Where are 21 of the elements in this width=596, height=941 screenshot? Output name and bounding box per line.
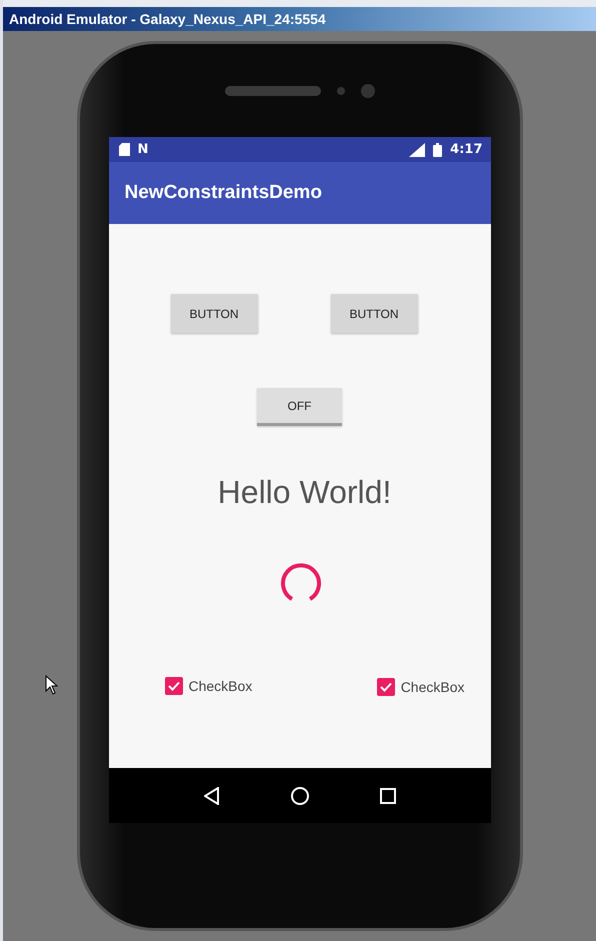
check-mark-icon bbox=[380, 682, 392, 692]
overview-icon[interactable] bbox=[380, 788, 396, 804]
mouse-cursor-icon bbox=[45, 675, 59, 695]
hello-text: Hello World! bbox=[218, 474, 392, 511]
battery-icon bbox=[433, 142, 442, 156]
checkbox[interactable]: CheckBox bbox=[164, 675, 252, 696]
home-icon[interactable] bbox=[290, 786, 310, 806]
toggle-button[interactable]: OFF bbox=[257, 388, 342, 426]
app-button[interactable]: BUTTON bbox=[170, 294, 258, 333]
back-icon[interactable] bbox=[204, 786, 220, 804]
check-mark-icon bbox=[168, 680, 180, 690]
notification-glyph: N bbox=[138, 142, 148, 157]
app-title: NewConstraintsDemo bbox=[124, 182, 322, 204]
camera-lens bbox=[360, 84, 374, 98]
signal-icon bbox=[409, 142, 426, 156]
sd-card-icon bbox=[118, 143, 130, 156]
status-time: 4:17 bbox=[450, 142, 482, 157]
checkbox[interactable]: CheckBox bbox=[376, 678, 464, 696]
app-button[interactable]: BUTTON bbox=[330, 294, 418, 333]
sensor-dot bbox=[336, 86, 344, 94]
window-title: Android Emulator - Galaxy_Nexus_API_24:5554 bbox=[9, 11, 326, 27]
